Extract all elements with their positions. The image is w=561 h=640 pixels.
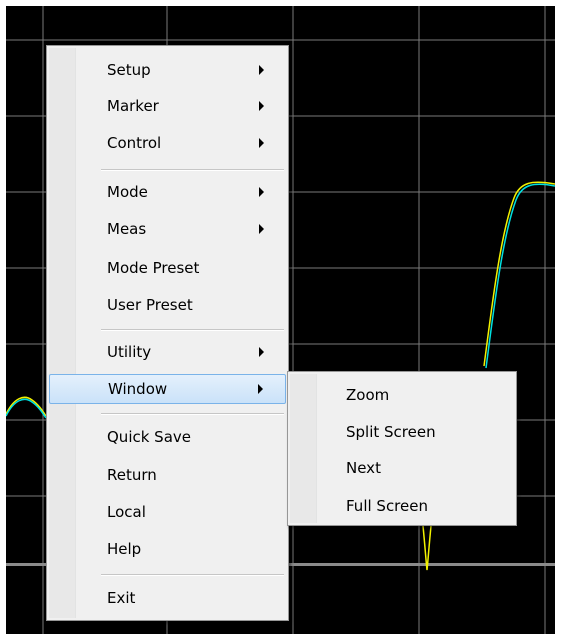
window-submenu: Zoom Split Screen Next Full Screen	[287, 371, 517, 526]
menu-item-user-preset[interactable]: User Preset	[49, 290, 286, 320]
menu-item-control[interactable]: Control	[49, 128, 286, 158]
menu-item-label: User Preset	[107, 296, 193, 314]
submenu-arrow-icon	[259, 138, 264, 148]
menu-item-label: Exit	[107, 589, 136, 607]
submenu-item-zoom[interactable]: Zoom	[290, 380, 514, 410]
menu-item-return[interactable]: Return	[49, 460, 286, 490]
menu-item-label: Mode Preset	[107, 259, 200, 277]
menu-item-window[interactable]: Window	[49, 374, 286, 404]
menu-separator	[101, 574, 284, 576]
menu-item-marker[interactable]: Marker	[49, 91, 286, 121]
menu-item-exit[interactable]: Exit	[49, 583, 286, 613]
menu-item-label: Window	[108, 380, 168, 398]
submenu-arrow-icon	[259, 187, 264, 197]
menu-item-utility[interactable]: Utility	[49, 337, 286, 367]
trace-cyan	[6, 398, 47, 419]
menu-item-label: Return	[107, 466, 157, 484]
menu-separator	[101, 329, 284, 331]
menu-item-mode-preset[interactable]: Mode Preset	[49, 253, 286, 283]
menu-item-label: Full Screen	[346, 497, 428, 515]
menu-item-label: Split Screen	[346, 423, 436, 441]
menu-item-meas[interactable]: Meas	[49, 214, 286, 244]
submenu-item-split-screen[interactable]: Split Screen	[290, 417, 514, 447]
menu-item-mode[interactable]: Mode	[49, 177, 286, 207]
menu-item-setup[interactable]: Setup	[49, 55, 286, 85]
submenu-arrow-icon	[259, 65, 264, 75]
menu-item-label: Marker	[107, 97, 159, 115]
menu-item-label: Zoom	[346, 386, 390, 404]
submenu-item-next[interactable]: Next	[290, 453, 514, 483]
submenu-item-full-screen[interactable]: Full Screen	[290, 491, 514, 521]
submenu-arrow-icon	[259, 101, 264, 111]
menu-item-label: Utility	[107, 343, 152, 361]
menu-item-quick-save[interactable]: Quick Save	[49, 422, 286, 452]
menu-separator	[101, 413, 284, 415]
menu-item-label: Meas	[107, 220, 147, 238]
menu-item-label: Help	[107, 540, 142, 558]
submenu-arrow-icon	[259, 224, 264, 234]
menu-separator	[101, 169, 284, 171]
menu-item-local[interactable]: Local	[49, 497, 286, 527]
menu-item-help[interactable]: Help	[49, 534, 286, 564]
submenu-arrow-icon	[258, 384, 263, 394]
menu-item-label: Local	[107, 503, 146, 521]
menu-item-label: Next	[346, 459, 381, 477]
menu-item-label: Quick Save	[107, 428, 192, 446]
context-menu: Setup Marker Control Mode Meas Mode Pres…	[46, 45, 289, 621]
menu-item-label: Setup	[107, 61, 151, 79]
trace-yellow-right	[483, 181, 555, 367]
menu-item-label: Control	[107, 134, 162, 152]
menu-item-label: Mode	[107, 183, 148, 201]
submenu-arrow-icon	[259, 347, 264, 357]
